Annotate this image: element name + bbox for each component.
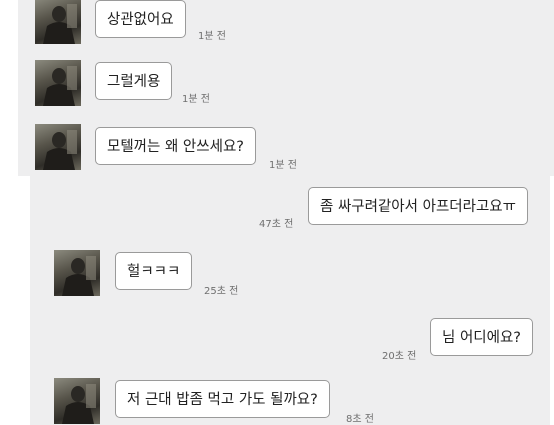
message-timestamp: 8초 전 bbox=[346, 414, 374, 425]
profile-photo-icon bbox=[43, 66, 77, 106]
message-timestamp: 1분 전 bbox=[182, 94, 210, 105]
message-bubble: 상관없어요 bbox=[95, 0, 186, 38]
message-timestamp: 25초 전 bbox=[204, 286, 239, 297]
partner-avatar[interactable] bbox=[35, 124, 81, 170]
profile-photo-icon bbox=[43, 4, 77, 44]
message-timestamp: 1분 전 bbox=[269, 160, 297, 171]
message-bubble: 님 어디에요? bbox=[430, 318, 534, 356]
message-bubble: 저 근대 밥좀 먹고 가도 될까요? bbox=[115, 380, 330, 418]
message-timestamp: 20초 전 bbox=[382, 351, 417, 362]
message-bubble: 좀 싸구려같아서 아프더라고요ㅠ bbox=[308, 187, 528, 225]
message-timestamp: 47초 전 bbox=[259, 219, 294, 230]
message-bubble: 모텔꺼는 왜 안쓰세요? bbox=[95, 127, 256, 165]
partner-avatar[interactable] bbox=[35, 0, 81, 44]
message-bubble: 그럴게용 bbox=[95, 62, 173, 100]
message-bubble: 헐ㅋㅋㅋ bbox=[115, 252, 193, 290]
partner-avatar[interactable] bbox=[35, 60, 81, 106]
profile-photo-icon bbox=[62, 256, 96, 296]
partner-avatar[interactable] bbox=[54, 250, 100, 296]
profile-photo-icon bbox=[43, 130, 77, 170]
partner-avatar[interactable] bbox=[54, 378, 100, 424]
message-timestamp: 1분 전 bbox=[198, 31, 226, 42]
profile-photo-icon bbox=[62, 384, 96, 424]
